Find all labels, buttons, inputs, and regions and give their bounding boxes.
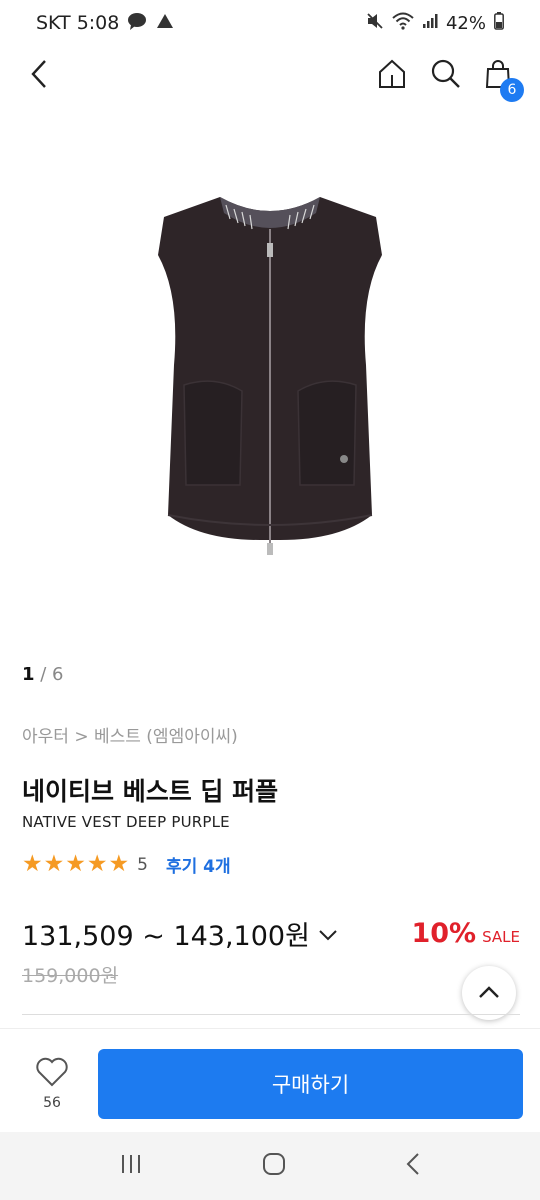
battery-icon [494, 11, 504, 35]
system-nav-bar [0, 1132, 540, 1200]
chevron-up-icon [478, 984, 500, 1003]
app-notification-icon [155, 12, 175, 35]
cart-count-badge: 6 [500, 78, 524, 102]
star-icon: ★ [108, 851, 130, 877]
wifi-icon [392, 12, 414, 35]
star-icon: ★ [43, 851, 65, 877]
sale-label: SALE [482, 928, 520, 946]
battery-level: 42% [445, 12, 486, 34]
recent-apps-icon[interactable] [119, 1153, 143, 1179]
chat-notification-icon [127, 12, 147, 35]
product-subtitle: NATIVE VEST DEEP PURPLE [22, 813, 230, 831]
cart-button[interactable]: 6 [478, 54, 524, 102]
search-icon[interactable] [426, 54, 466, 94]
like-count: 56 [43, 1095, 61, 1111]
product-image[interactable] [0, 120, 540, 640]
bottom-purchase-bar: 56 구매하기 [0, 1028, 540, 1132]
price-range: 131,509 ~ 143,100원 [22, 921, 310, 952]
home-icon[interactable] [372, 54, 412, 94]
chevron-down-icon [318, 918, 338, 949]
gallery-pager: 1 / 6 [22, 664, 64, 685]
original-price: 159,000원 [22, 965, 119, 987]
review-link[interactable]: 후기 4개 [166, 852, 231, 877]
rating-value: 5 [137, 854, 148, 875]
vest-illustration [158, 197, 382, 555]
mute-icon [366, 12, 384, 35]
back-arrow-icon[interactable] [20, 54, 60, 94]
star-icon: ★ [65, 851, 86, 877]
home-nav-icon[interactable] [262, 1152, 286, 1180]
price-selector[interactable]: 131,509 ~ 143,100원 [22, 914, 338, 953]
rating-row: ★ ★ ★ ★ ★ 5 후기 4개 [22, 852, 231, 878]
breadcrumb[interactable]: 아우터 > 베스트 (엠엠아이씨) [22, 722, 238, 747]
product-title: 네이티브 베스트 딥 퍼플 [22, 777, 279, 806]
back-nav-icon[interactable] [405, 1152, 421, 1180]
star-icon: ★ [22, 851, 43, 877]
discount: 10% SALE [411, 918, 520, 949]
discount-percent: 10% [411, 918, 477, 949]
scroll-to-top-button[interactable] [462, 966, 516, 1020]
signal-icon [422, 13, 438, 34]
divider [22, 1014, 520, 1015]
buy-button[interactable]: 구매하기 [98, 1049, 523, 1119]
star-icon: ★ [86, 851, 108, 877]
status-carrier-time: SKT 5:08 [36, 12, 120, 34]
status-bar: SKT 5:08 42% [0, 0, 540, 46]
price-row: 131,509 ~ 143,100원 10% SALE [22, 914, 520, 953]
heart-icon [35, 1057, 69, 1091]
pager-current: 1 [22, 664, 35, 685]
pager-separator: / [34, 664, 53, 685]
like-button[interactable]: 56 [30, 1057, 74, 1111]
star-rating: ★ ★ ★ ★ ★ [22, 853, 129, 876]
top-nav: 6 [0, 46, 540, 102]
pager-total: 6 [52, 664, 64, 685]
